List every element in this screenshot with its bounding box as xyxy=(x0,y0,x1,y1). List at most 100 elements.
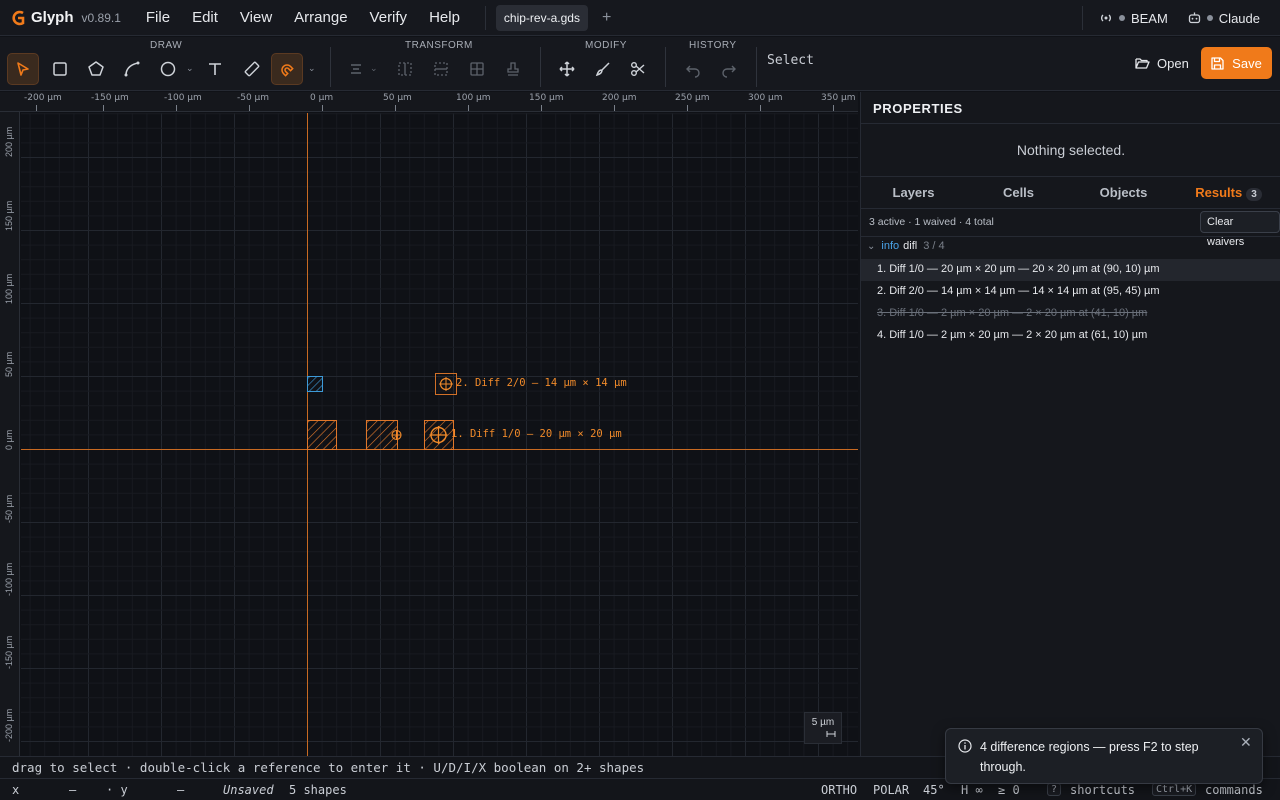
polygon-tool-button[interactable] xyxy=(80,53,112,85)
polar-toggle[interactable]: POLAR xyxy=(873,783,909,797)
hierarchy-depth[interactable]: H ∞ xyxy=(961,783,983,797)
cut-button[interactable] xyxy=(622,53,654,85)
ruler-tick-label: -150 µm xyxy=(4,635,14,669)
menu-edit[interactable]: Edit xyxy=(181,9,229,26)
text-tool-button[interactable] xyxy=(199,53,231,85)
array-button[interactable] xyxy=(461,53,493,85)
flip-horizontal-button[interactable] xyxy=(389,53,421,85)
ruler-tick xyxy=(541,105,542,111)
tab-objects-label: Objects xyxy=(1099,185,1148,200)
measure-tool-button[interactable] xyxy=(236,53,268,85)
result-row-waived[interactable]: 3. Diff 1/0 — 2 µm × 20 µm — 2 × 20 µm a… xyxy=(861,303,1280,325)
rectangle-tool-button[interactable] xyxy=(44,53,76,85)
beam-label: BEAM xyxy=(1130,10,1168,26)
save-label: Save xyxy=(1232,55,1262,71)
stamp-button[interactable] xyxy=(497,53,529,85)
result-group-header[interactable]: ⌄ info difl 3 / 4 xyxy=(867,240,945,252)
tab-objects[interactable]: Objects xyxy=(1071,176,1176,208)
magnet-icon xyxy=(281,64,294,77)
commands-button[interactable]: commands xyxy=(1205,783,1263,797)
menu-view[interactable]: View xyxy=(229,9,283,26)
result-row[interactable]: 4. Diff 1/0 — 2 µm × 20 µm — 2 × 20 µm a… xyxy=(861,325,1280,347)
scale-label: 5 µm xyxy=(811,717,835,728)
shape-diff-1-a[interactable] xyxy=(307,420,337,450)
min-level[interactable]: ≥ 0 xyxy=(998,783,1020,797)
tab-results-label: Results xyxy=(1195,185,1243,200)
tab-cells-label: Cells xyxy=(1002,185,1035,200)
ruler-tick xyxy=(614,105,615,111)
diff-marker-3[interactable] xyxy=(391,429,402,441)
circle-icon xyxy=(160,61,176,77)
tab-cells[interactable]: Cells xyxy=(966,176,1071,208)
align-button[interactable] xyxy=(340,53,372,85)
menu-file[interactable]: File xyxy=(135,9,181,26)
ellipse-tool-button[interactable] xyxy=(152,53,184,85)
toolbar-divider xyxy=(665,47,666,87)
path-tool-button[interactable] xyxy=(116,53,148,85)
ruler-tick-label: -200 µm xyxy=(4,708,14,742)
shortcuts-key: ? xyxy=(1047,783,1062,796)
result-row[interactable]: 1. Diff 1/0 — 20 µm × 20 µm — 20 × 20 µm… xyxy=(861,259,1280,281)
shortcuts-button[interactable]: shortcuts xyxy=(1070,783,1135,797)
undo-icon xyxy=(686,65,700,78)
ortho-toggle[interactable]: ORTHO xyxy=(821,783,857,797)
ruler-tick xyxy=(395,105,396,111)
claude-status[interactable]: Claude xyxy=(1188,11,1260,26)
ruler-tick-label: 200 µm xyxy=(602,93,637,103)
move-button[interactable] xyxy=(551,53,583,85)
ruler-tick-label: -50 µm xyxy=(237,93,270,103)
group-label-draw: DRAW xyxy=(150,40,183,51)
redo-button[interactable] xyxy=(713,53,745,85)
clear-waivers-label: Clear waivers xyxy=(1207,216,1245,248)
clear-waivers-button[interactable]: Clear waivers xyxy=(1200,211,1280,248)
ruler-tick xyxy=(760,105,761,111)
paint-button[interactable] xyxy=(587,53,619,85)
diff-label-1: 1. Diff 1/0 — 20 µm × 20 µm xyxy=(451,428,622,440)
chevron-down-icon[interactable]: ⌄ xyxy=(370,63,378,74)
commands-key: Ctrl+K xyxy=(1152,783,1197,796)
open-button[interactable]: Open xyxy=(1127,48,1197,78)
notification-toast: 4 difference regions — press F2 to step … xyxy=(945,728,1263,784)
layout-canvas[interactable]: 2. Diff 2/0 — 14 µm × 14 µm 1. Diff 1/0 … xyxy=(0,92,858,756)
ruler-icon xyxy=(244,61,260,77)
properties-tabs: Layers Cells Objects Results 3 xyxy=(861,176,1280,208)
group-label-transform: TRANSFORM xyxy=(405,40,473,51)
group-label-modify: MODIFY xyxy=(585,40,627,51)
result-row[interactable]: 2. Diff 2/0 — 14 µm × 14 µm — 14 × 14 µm… xyxy=(861,281,1280,303)
flip-horizontal-icon xyxy=(398,62,412,76)
chevron-down-icon[interactable]: ⌄ xyxy=(308,63,316,74)
tab-results[interactable]: Results 3 xyxy=(1176,176,1280,208)
tab-layers[interactable]: Layers xyxy=(861,176,966,208)
ruler-tick-label: 300 µm xyxy=(748,93,783,103)
divider xyxy=(861,208,1280,209)
menu-help[interactable]: Help xyxy=(418,9,471,26)
menu-arrange[interactable]: Arrange xyxy=(283,9,358,26)
select-tool-button[interactable] xyxy=(7,53,39,85)
toolbar-divider xyxy=(756,47,757,87)
paint-brush-icon xyxy=(595,62,610,77)
new-tab-icon[interactable]: + xyxy=(602,9,611,27)
pointer-icon xyxy=(17,62,29,76)
redo-icon xyxy=(722,65,736,78)
drawing-surface[interactable]: 2. Diff 2/0 — 14 µm × 14 µm 1. Diff 1/0 … xyxy=(21,113,858,756)
angle-snap[interactable]: 45° xyxy=(923,783,945,797)
group-label-history: HISTORY xyxy=(689,40,737,51)
empty-selection-text: Nothing selected. xyxy=(1016,142,1126,158)
shape-diff-2-reference[interactable] xyxy=(307,376,323,392)
menu-verify[interactable]: Verify xyxy=(359,9,419,26)
glyph-logo-icon xyxy=(12,10,25,25)
chevron-down-icon[interactable]: ⌄ xyxy=(186,63,194,74)
save-icon xyxy=(1211,56,1224,70)
save-button[interactable]: Save xyxy=(1201,47,1272,79)
beam-status[interactable]: BEAM xyxy=(1099,11,1168,26)
snap-toggle-button[interactable] xyxy=(271,53,303,85)
diff-label-2: 2. Diff 2/0 — 14 µm × 14 µm xyxy=(456,377,627,389)
path-curve-icon xyxy=(124,61,140,77)
flip-vertical-button[interactable] xyxy=(425,53,457,85)
scissors-icon xyxy=(631,62,645,76)
pentagon-icon xyxy=(88,61,104,76)
undo-button[interactable] xyxy=(677,53,709,85)
rule-count: 3 / 4 xyxy=(923,240,945,252)
file-tab[interactable]: chip-rev-a.gds xyxy=(495,4,588,31)
close-icon[interactable]: ✕ xyxy=(1240,734,1252,751)
